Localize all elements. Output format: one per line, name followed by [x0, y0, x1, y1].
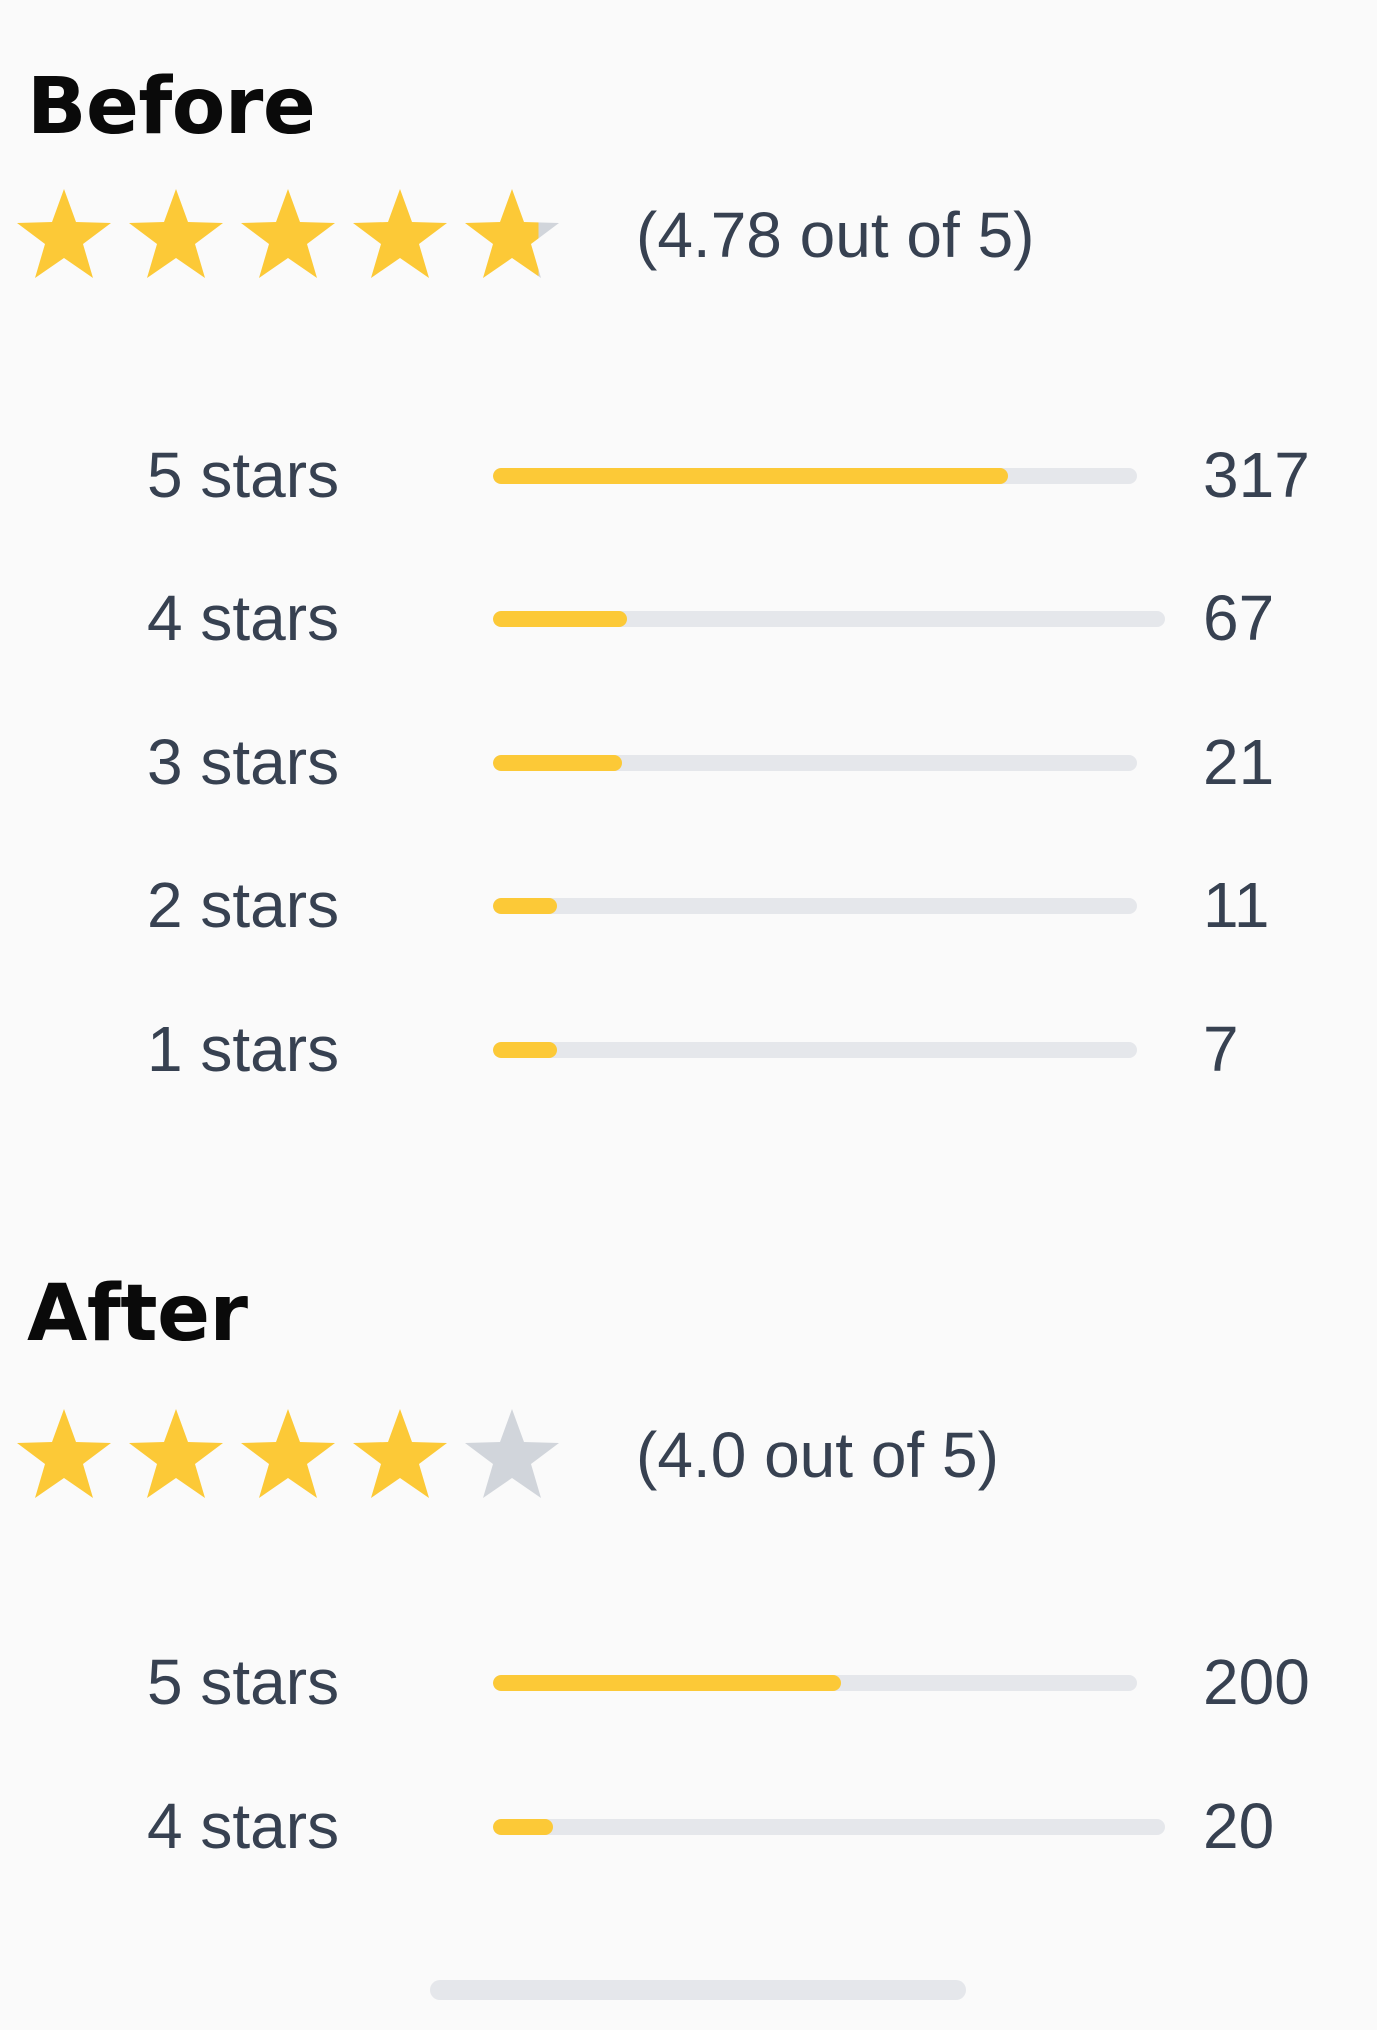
distribution-row: 4 stars 67 — [0, 573, 1377, 663]
distribution-row: 5 stars 200 — [0, 1637, 1377, 1727]
distribution-count: 7 — [1203, 1013, 1239, 1085]
distribution-count: 11 — [1203, 869, 1270, 941]
distribution-label: 5 stars — [147, 439, 340, 511]
distribution-label: 1 stars — [147, 1013, 340, 1085]
rating-summary: (4.78 out of 5) — [636, 199, 1035, 271]
distribution-count: 200 — [1203, 1646, 1310, 1718]
distribution-bar-track — [493, 1819, 1165, 1835]
star-filled-icon — [238, 1405, 338, 1505]
section-title: Before — [27, 62, 316, 152]
star-filled-icon — [14, 185, 114, 285]
star-rating: (4.78 out of 5) — [14, 185, 1314, 285]
distribution-row: 1 stars 7 — [0, 1004, 1377, 1094]
distribution-count: 20 — [1203, 1790, 1275, 1862]
distribution-row: 5 stars 317 — [0, 430, 1377, 520]
star-filled-icon — [126, 1405, 226, 1505]
distribution-bar-fill — [493, 755, 622, 771]
star-filled-icon — [238, 185, 338, 285]
distribution-bar-track — [493, 611, 1165, 627]
distribution-bar-fill — [493, 1042, 558, 1058]
distribution-bar-track — [493, 755, 1137, 771]
distribution-label: 5 stars — [147, 1646, 340, 1718]
distribution-count: 21 — [1203, 726, 1275, 798]
scroll-indicator[interactable] — [430, 1980, 966, 2000]
distribution-bar-fill — [493, 1819, 554, 1835]
distribution-label: 4 stars — [147, 582, 340, 654]
star-rating: (4.0 out of 5) — [14, 1405, 1314, 1505]
distribution-count: 67 — [1203, 582, 1275, 654]
star-empty-icon — [462, 1405, 562, 1505]
star-filled-icon — [14, 1405, 114, 1505]
distribution-bar-track — [493, 1042, 1137, 1058]
distribution-row: 2 stars 11 — [0, 860, 1377, 950]
distribution-count: 317 — [1203, 439, 1310, 511]
section-title: After — [27, 1269, 248, 1359]
distribution-bar-track — [493, 1675, 1137, 1691]
distribution-bar-fill — [493, 898, 558, 914]
star-filled-icon — [350, 185, 450, 285]
distribution-label: 4 stars — [147, 1790, 340, 1862]
distribution-bar-fill — [493, 1675, 841, 1691]
distribution-bar-track — [493, 468, 1137, 484]
distribution-label: 2 stars — [147, 869, 340, 941]
star-partial-icon — [462, 185, 562, 285]
rating-summary: (4.0 out of 5) — [636, 1419, 999, 1491]
star-filled-icon — [350, 1405, 450, 1505]
distribution-bar-fill — [493, 468, 1009, 484]
distribution-row: 4 stars 20 — [0, 1781, 1377, 1871]
distribution-bar-track — [493, 898, 1137, 914]
distribution-label: 3 stars — [147, 726, 340, 798]
distribution-bar-fill — [493, 611, 628, 627]
star-filled-icon — [126, 185, 226, 285]
distribution-row: 3 stars 21 — [0, 717, 1377, 807]
